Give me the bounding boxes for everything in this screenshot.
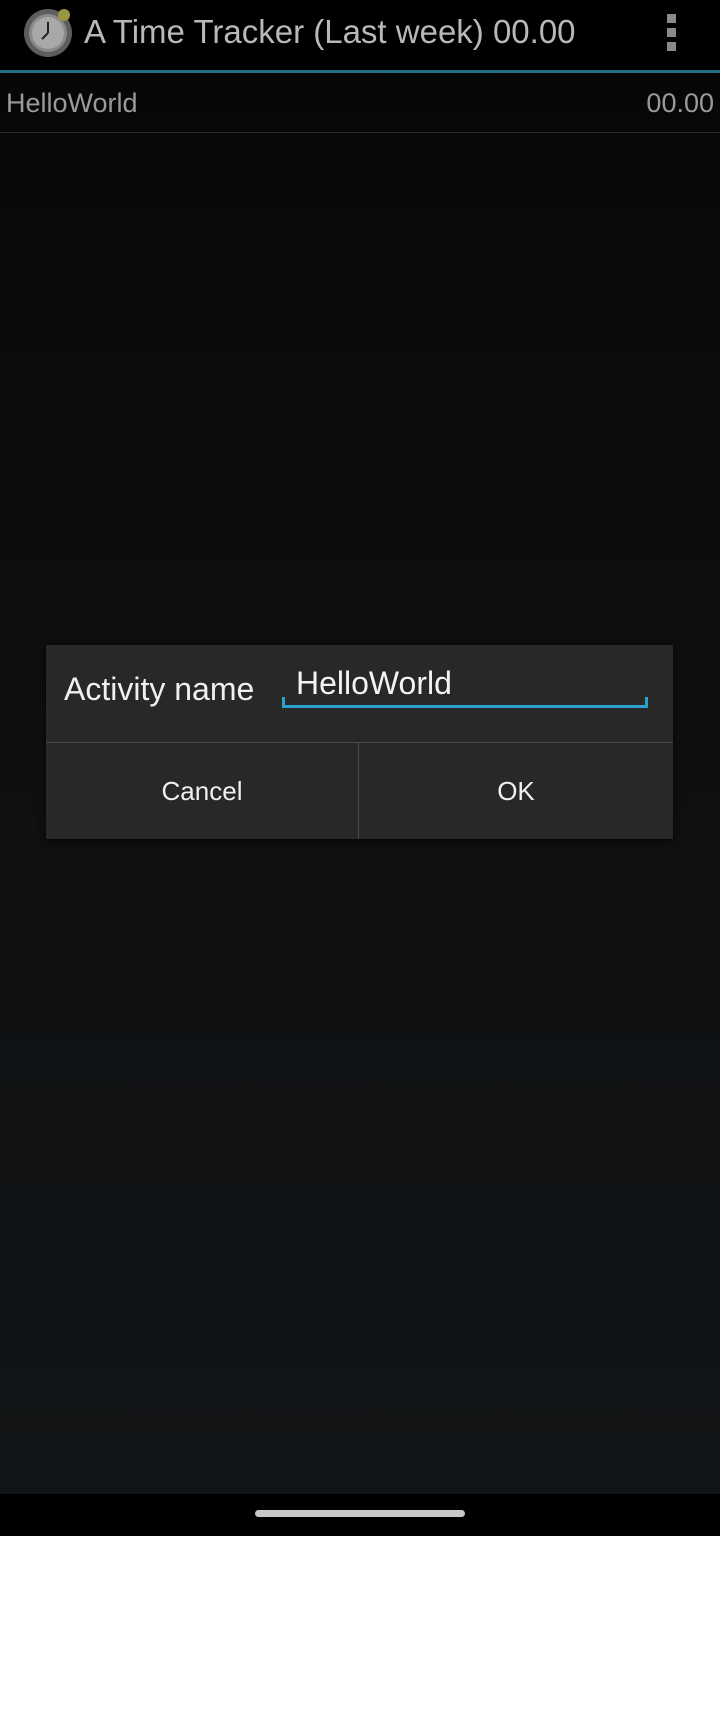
clock-icon[interactable] (22, 6, 74, 58)
activity-list-item[interactable]: HelloWorld 00.00 (0, 73, 720, 133)
app-screen: A Time Tracker (Last week) 00.00 HelloWo… (0, 0, 720, 1536)
app-title: A Time Tracker (Last week) 00.00 (84, 13, 576, 50)
input-underline (282, 705, 648, 708)
activity-name-label: Activity name (64, 671, 255, 707)
activity-name-dialog: Activity name Cancel OK (46, 645, 673, 839)
navigation-bar (0, 1494, 720, 1536)
ok-button[interactable]: OK (359, 743, 673, 839)
input-underline-right-tick (645, 697, 648, 707)
home-indicator[interactable] (255, 1510, 465, 1517)
activity-name-input[interactable] (282, 659, 648, 707)
input-underline-left-tick (282, 697, 285, 707)
cancel-button[interactable]: Cancel (46, 743, 358, 839)
activity-time: 00.00 (646, 88, 714, 118)
action-bar: A Time Tracker (Last week) 00.00 (0, 0, 720, 70)
activity-name: HelloWorld (6, 88, 138, 118)
overflow-menu-icon[interactable] (658, 10, 686, 54)
